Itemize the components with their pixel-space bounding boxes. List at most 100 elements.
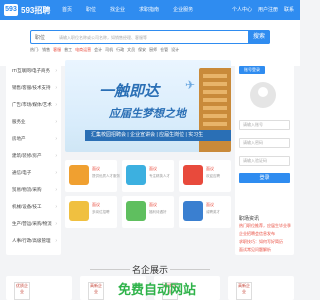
nav-item-jobs[interactable]: 职位: [80, 6, 102, 13]
hot-keyword-link[interactable]: 行政: [116, 47, 124, 53]
watermark: 免费自动网站: [118, 283, 197, 298]
hot-keyword-link[interactable]: 保安: [138, 47, 146, 53]
search-button[interactable]: 搜索: [248, 30, 270, 44]
job-card-subtitle: 福利待遇好: [149, 210, 167, 214]
sidebar-item[interactable]: 人事/行政/高级管理 ›: [6, 234, 61, 248]
top-bar: 593 593招聘 首页 职位 找企业 求职指南 企业服务 个人中心 用户注册 …: [0, 0, 300, 20]
main-content: IT/互联网/电子商务 › 销售/客服/技术支持 › 广告/市场/媒体/艺术 › 服务业 › 房…: [6, 60, 294, 255]
salary: 面议: [206, 166, 214, 171]
main-nav: 首页 职位 找企业 求职指南 企业服务: [56, 6, 199, 13]
job-card[interactable]: 面议提供优质人才服务: [65, 160, 120, 192]
logo-text: 593招聘: [21, 5, 51, 15]
sidebar-item[interactable]: 服务业 ›: [6, 115, 61, 129]
hot-keyword-link[interactable]: 会计: [94, 47, 102, 53]
sidebar-item-label: 通信/电子: [12, 170, 32, 175]
banner-headline: 一触即达: [99, 82, 160, 100]
chevron-right-icon: ›: [55, 119, 57, 125]
sidebar-item-label: 机械/设备/技工: [12, 204, 42, 209]
hot-keyword-link[interactable]: 电商运营: [75, 47, 91, 53]
sidebar-item[interactable]: 销售/客服/技术支持 ›: [6, 81, 61, 95]
sidebar-item[interactable]: 机械/设备/技工 ›: [6, 200, 61, 214]
hot-keyword-link[interactable]: 文员: [127, 47, 135, 53]
search-box: 职位 请输入职位名称或公司名称，如销售经理、客服等 搜索: [30, 30, 270, 44]
chevron-right-icon: ›: [55, 204, 57, 210]
captcha-field[interactable]: 请输入验证码: [239, 156, 290, 166]
sidebar-item-label: 人事/行政/高级管理: [12, 238, 51, 243]
password-field[interactable]: 请输入密码: [239, 138, 290, 148]
nav-item-home[interactable]: 首页: [56, 6, 78, 13]
banner-ribbon: 汇集校园招聘会 | 企业宣讲会 | 应届生岗位 | 实习生: [85, 130, 231, 141]
job-card-subtitle: 多岗位招聘: [92, 210, 110, 214]
nav-item-guide[interactable]: 求职指南: [133, 6, 165, 13]
search-input[interactable]: 请输入职位名称或公司名称，如销售经理、客服等: [59, 35, 147, 41]
job-card[interactable]: 面议 欢迎应聘: [179, 160, 231, 192]
sidebar-item-label: 建筑/装修/房产: [12, 153, 42, 158]
hot-keyword-link[interactable]: 厨师: [149, 47, 157, 53]
chevron-right-icon: ›: [55, 238, 57, 244]
avatar: [250, 82, 276, 108]
job-card-subtitle: 诚聘英才: [206, 210, 220, 214]
hot-keyword-link[interactable]: 销售: [42, 47, 50, 53]
hot-keyword-link[interactable]: 客服: [53, 47, 61, 53]
company-logo-icon: [126, 165, 146, 185]
sidebar-item[interactable]: 广告/市场/媒体/艺术 ›: [6, 98, 61, 112]
sidebar-item[interactable]: 房地产 ›: [6, 132, 61, 146]
chevron-right-icon: ›: [55, 136, 57, 142]
user-center-link[interactable]: 个人中心: [232, 6, 252, 13]
top-right-links: 个人中心 用户注册 联系: [232, 6, 294, 13]
job-card[interactable]: 面议 诚聘英才: [179, 196, 231, 228]
sidebar-item[interactable]: 通信/电子 ›: [6, 166, 61, 180]
search-type-select[interactable]: 职位: [35, 34, 45, 41]
hot-keyword-link[interactable]: 设计: [171, 47, 179, 53]
nav-item-companies[interactable]: 找企业: [104, 6, 131, 13]
hot-keywords: 热门: 销售 客服 普工 电商运营 会计 司机 行政 文员 保安 厨师 仓管 设计: [30, 47, 179, 53]
sidebar-item[interactable]: 生产/营运/采购/物流 ›: [6, 217, 61, 231]
job-card[interactable]: 面议 专注精英人才: [122, 160, 174, 192]
company-card[interactable]: 优质企业: [6, 276, 72, 300]
hot-keyword-link[interactable]: 仓管: [160, 47, 168, 53]
logo-mark: 593: [4, 4, 18, 16]
hot-keyword-link[interactable]: 司机: [105, 47, 113, 53]
site-logo[interactable]: 593 593招聘: [4, 3, 52, 17]
sidebar-item-label: 生产/营运/采购/物流: [12, 221, 52, 226]
company-logo-icon: [69, 201, 89, 221]
sidebar-item[interactable]: 建筑/装修/房产 ›: [6, 149, 61, 163]
job-card[interactable]: 面议 多岗位招聘: [65, 196, 117, 228]
center-column: ✈ 一触即达 应届生梦想之地 汇集校园招聘会 | 企业宣讲会 | 应届生岗位 |…: [65, 60, 231, 255]
chevron-right-icon: ›: [55, 221, 57, 227]
username-field[interactable]: 请输入账号: [239, 120, 290, 130]
hot-keyword-link[interactable]: 普工: [64, 47, 72, 53]
news-item[interactable]: 面试常见问题解析: [239, 247, 271, 253]
company-logo: 高新企业: [236, 282, 252, 300]
job-card[interactable]: 面议 福利待遇好: [122, 196, 174, 228]
salary: 面议: [92, 202, 100, 207]
news-item[interactable]: 企业招聘会信息发布: [239, 231, 275, 237]
chevron-right-icon: ›: [55, 153, 57, 159]
sidebar-item-label: 贸易/物流/采购: [12, 187, 42, 192]
tab-account-login[interactable]: 账号登录: [239, 66, 265, 74]
contact-link[interactable]: 联系: [284, 6, 294, 13]
salary: 面议: [149, 166, 157, 171]
sidebar-item[interactable]: IT/互联网/电子商务 ›: [6, 64, 61, 78]
news-item[interactable]: 求职技巧：如何写好简历: [239, 239, 283, 245]
salary: 面议: [206, 202, 214, 207]
news-heading: 职场资讯: [239, 216, 260, 222]
sidebar-item[interactable]: 贸易/物流/采购 ›: [6, 183, 61, 197]
promo-banner[interactable]: ✈ 一触即达 应届生梦想之地 汇集校园招聘会 | 企业宣讲会 | 应届生岗位 |…: [65, 60, 231, 152]
nav-item-services[interactable]: 企业服务: [167, 6, 199, 13]
register-link[interactable]: 用户注册: [258, 6, 278, 13]
login-button[interactable]: 登录: [239, 173, 290, 183]
category-sidebar: IT/互联网/电子商务 › 销售/客服/技术支持 › 广告/市场/媒体/艺术 › 服务业 › 房…: [6, 60, 61, 255]
job-card-subtitle: 提供优质人才服务: [92, 174, 120, 178]
job-card-subtitle: 欢迎应聘: [206, 174, 220, 178]
company-logo-icon: [183, 201, 203, 221]
chevron-right-icon: ›: [55, 170, 57, 176]
job-card-subtitle: 专注精英人才: [149, 174, 170, 178]
salary: 面议: [149, 202, 157, 207]
salary: 面议: [92, 166, 100, 171]
company-card[interactable]: 高新企业: [228, 276, 294, 300]
sidebar-item-label: 房地产: [12, 136, 26, 141]
sidebar-item-label: IT/互联网/电子商务: [12, 68, 50, 73]
news-item[interactable]: 热门职位推荐，应届生毕业季: [239, 223, 291, 229]
section-title: 名企展示: [131, 265, 168, 275]
